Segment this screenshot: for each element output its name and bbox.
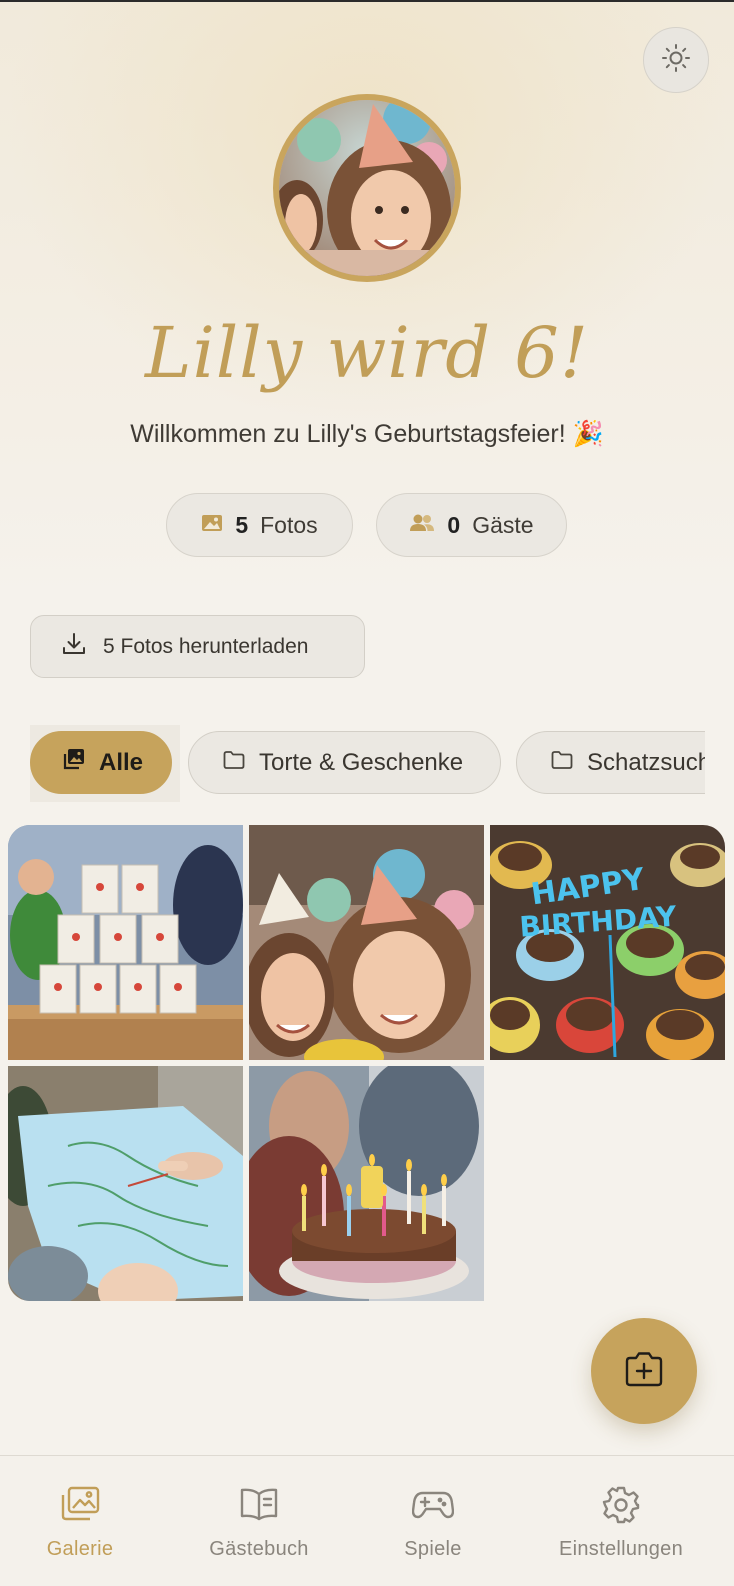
theme-toggle-button[interactable]: [643, 27, 709, 93]
image-icon: [201, 512, 223, 539]
photo-tin-can-game[interactable]: [8, 825, 243, 1060]
gamepad-icon: [411, 1486, 455, 1526]
guest-count: 0: [447, 511, 461, 538]
guest-count-badge: 0 Gäste: [376, 493, 567, 557]
category-chip-label: Torte & Geschenke: [259, 748, 464, 776]
add-photo-icon: [624, 1350, 664, 1393]
gear-icon: [602, 1486, 640, 1526]
bottom-navigation: Galerie Gästebuch Spiele Einstellungen: [0, 1455, 734, 1586]
category-chip-alle[interactable]: Alle: [30, 731, 172, 794]
category-chip-torte-geschenke[interactable]: Torte & Geschenke: [188, 731, 501, 794]
category-chip-label: Alle: [99, 748, 144, 776]
guest-count-label: Gäste: [472, 511, 534, 538]
users-icon: [409, 512, 435, 539]
nav-label: Gästebuch: [209, 1538, 309, 1560]
folder-icon: [223, 749, 245, 777]
photo-birthday-cake[interactable]: [249, 1066, 484, 1301]
photo-count-badge: 5 Fotos: [166, 493, 353, 557]
nav-label: Spiele: [404, 1538, 462, 1560]
nav-label: Galerie: [46, 1538, 114, 1560]
photo-count: 5: [235, 511, 249, 538]
hero-header: Lilly wird 6! Willkommen zu Lilly's Gebu…: [0, 2, 734, 600]
photo-girls-party-hats[interactable]: [249, 825, 484, 1060]
photo-birthday-muffins[interactable]: HAPPY BIRTHDAY: [490, 825, 725, 1060]
folder-icon: [551, 749, 573, 777]
category-chip-label: Schatzsuche: [587, 748, 705, 776]
category-filter-bar: Alle Torte & Geschenke Schatzsuche: [30, 725, 705, 802]
book-icon: [239, 1486, 279, 1526]
download-all-label: 5 Fotos herunterladen: [103, 634, 309, 658]
photo-grid: HAPPY BIRTHDAY: [8, 825, 726, 1301]
download-icon: [61, 631, 87, 663]
avatar: [273, 94, 461, 282]
download-all-button[interactable]: 5 Fotos herunterladen: [30, 615, 365, 678]
page-subtitle: Willkommen zu Lilly's Geburtstagsfeier! …: [130, 420, 604, 448]
nav-item-einstellungen[interactable]: Einstellungen: [531, 1456, 711, 1586]
nav-label: Einstellungen: [559, 1538, 683, 1560]
category-chip-schatzsuche[interactable]: Schatzsuche: [516, 731, 705, 794]
nav-item-spiele[interactable]: Spiele: [343, 1456, 523, 1586]
nav-item-galerie[interactable]: Galerie: [0, 1456, 170, 1586]
images-icon: [63, 748, 85, 777]
sun-icon: [660, 42, 692, 79]
photo-count-label: Fotos: [260, 511, 318, 538]
photo-treasure-map[interactable]: [8, 1066, 243, 1301]
add-photo-button[interactable]: [591, 1318, 697, 1424]
nav-item-gaestebuch[interactable]: Gästebuch: [169, 1456, 349, 1586]
page-title: Lilly wird 6!: [145, 312, 589, 394]
gallery-icon: [60, 1486, 100, 1526]
